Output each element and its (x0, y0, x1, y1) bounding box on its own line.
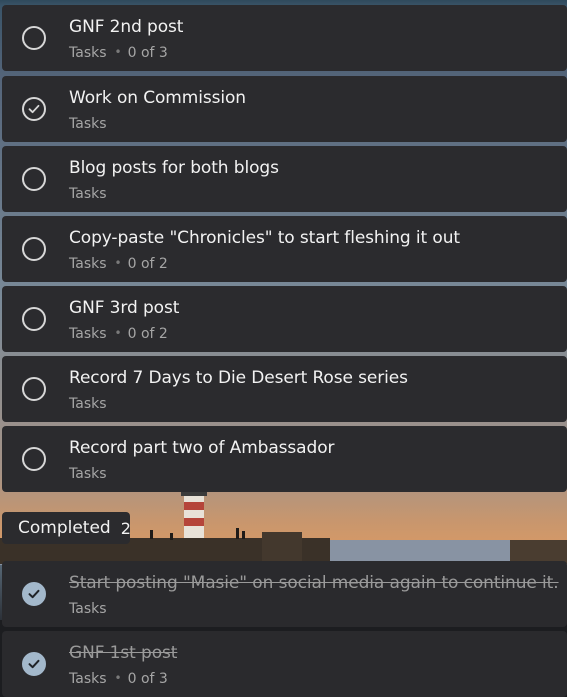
complete-checkbox-icon[interactable] (22, 447, 46, 471)
checkmark-icon (28, 589, 40, 599)
task-list-name: Tasks (69, 116, 107, 132)
task-item[interactable]: GNF 3rd post Tasks • 0 of 2 (2, 286, 567, 352)
complete-checkbox-hover-icon[interactable] (22, 97, 46, 121)
complete-checkbox-icon[interactable] (22, 307, 46, 331)
completed-count-badge: 2 (120, 518, 131, 538)
task-list-name: Tasks (69, 45, 107, 61)
task-title: GNF 2nd post (69, 17, 184, 37)
complete-checkbox-icon[interactable] (22, 167, 46, 191)
task-title: Record 7 Days to Die Desert Rose series (69, 368, 408, 388)
task-meta: Tasks (69, 396, 107, 412)
task-list-name: Tasks (69, 396, 107, 412)
task-meta: Tasks (69, 186, 107, 202)
checkmark-icon (28, 659, 40, 669)
task-steps-count: 0 of 2 (127, 326, 168, 342)
task-list-name: Tasks (69, 186, 107, 202)
completed-task-item[interactable]: GNF 1st post Tasks • 0 of 3 (2, 631, 567, 697)
completed-section-label: Completed (18, 518, 111, 538)
task-list-name: Tasks (69, 601, 107, 617)
task-list-name: Tasks (69, 326, 107, 342)
completed-checkbox-icon[interactable] (22, 582, 46, 606)
task-title: GNF 1st post (69, 643, 178, 663)
complete-checkbox-icon[interactable] (22, 377, 46, 401)
task-title: Copy-paste "Chronicles" to start fleshin… (69, 228, 460, 248)
task-list-name: Tasks (69, 466, 107, 482)
checkmark-icon (28, 104, 40, 114)
separator-dot-icon: • (114, 45, 122, 59)
task-meta: Tasks (69, 116, 107, 132)
completed-section-toggle[interactable]: Completed 2 (2, 512, 131, 544)
complete-checkbox-icon[interactable] (22, 26, 46, 50)
task-item[interactable]: Copy-paste "Chronicles" to start fleshin… (2, 216, 567, 282)
task-title: Work on Commission (69, 88, 246, 108)
task-meta: Tasks • 0 of 3 (69, 45, 168, 61)
task-list-name: Tasks (69, 256, 107, 272)
completed-task-item[interactable]: Start posting "Masie" on social media ag… (2, 561, 567, 627)
task-title: GNF 3rd post (69, 298, 180, 318)
task-item[interactable]: GNF 2nd post Tasks • 0 of 3 (2, 5, 567, 71)
completed-checkbox-icon[interactable] (22, 652, 46, 676)
task-item[interactable]: Record part two of Ambassador Tasks (2, 426, 567, 492)
separator-dot-icon: • (114, 671, 122, 685)
separator-dot-icon: • (114, 256, 122, 270)
task-steps-count: 0 of 2 (127, 256, 168, 272)
task-list-name: Tasks (69, 671, 107, 687)
task-meta: Tasks • 0 of 3 (69, 671, 168, 687)
separator-dot-icon: • (114, 326, 122, 340)
complete-checkbox-icon[interactable] (22, 237, 46, 261)
task-steps-count: 0 of 3 (127, 671, 168, 687)
task-steps-count: 0 of 3 (127, 45, 168, 61)
task-meta: Tasks • 0 of 2 (69, 256, 168, 272)
task-meta: Tasks • 0 of 2 (69, 326, 168, 342)
task-title: Start posting "Masie" on social media ag… (69, 573, 559, 593)
task-meta: Tasks (69, 601, 107, 617)
task-item[interactable]: Work on Commission Tasks (2, 76, 567, 142)
task-item[interactable]: Record 7 Days to Die Desert Rose series … (2, 356, 567, 422)
task-title: Record part two of Ambassador (69, 438, 335, 458)
task-item[interactable]: Blog posts for both blogs Tasks (2, 146, 567, 212)
task-title: Blog posts for both blogs (69, 158, 279, 178)
task-meta: Tasks (69, 466, 107, 482)
